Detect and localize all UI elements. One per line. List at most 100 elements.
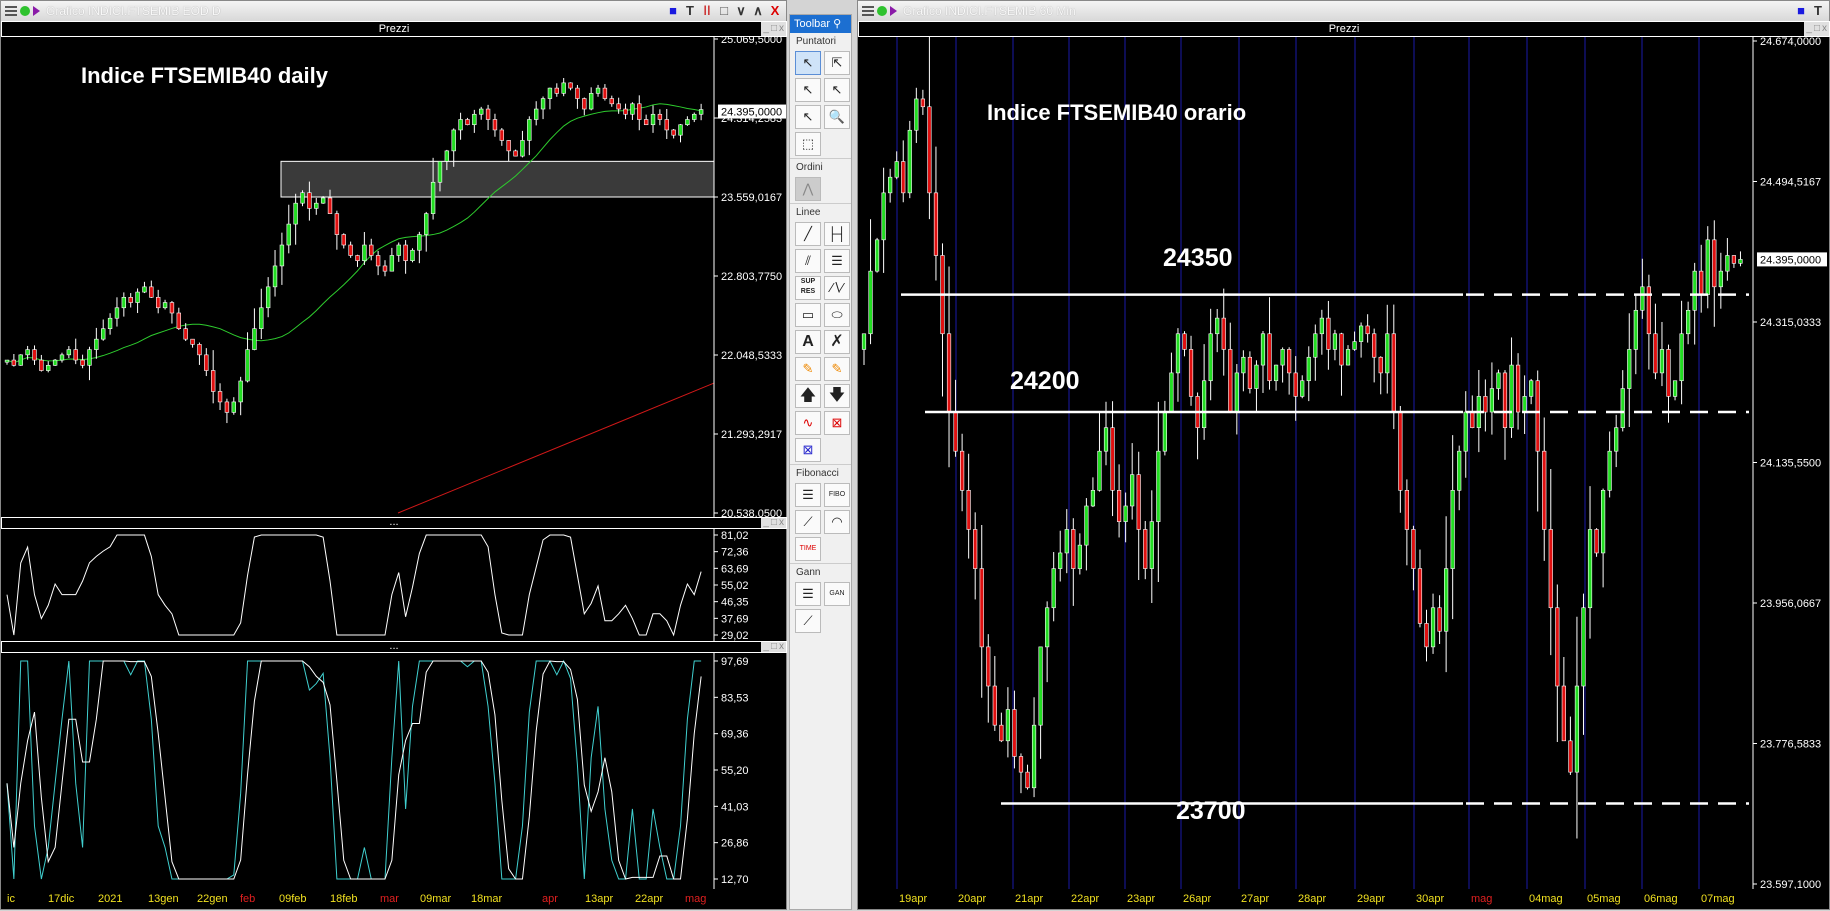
fibo-fan-tool-icon[interactable]: ⟋ [795, 510, 821, 534]
arrow-up-tool-icon[interactable]: 🡅 [795, 384, 821, 408]
close-icon[interactable]: X [768, 3, 782, 19]
trendline-tool-icon[interactable]: ╱ [795, 222, 821, 246]
candle-up [1031, 724, 1037, 789]
select-area-tool-icon[interactable]: ⬚ [795, 132, 821, 156]
channel-tool-icon[interactable]: ⫽ [795, 249, 821, 273]
menu-icon[interactable] [862, 6, 874, 16]
bars-icon[interactable]: ǀǀ [700, 3, 714, 19]
date-label: 22apr [635, 893, 664, 905]
candle-down [499, 129, 505, 141]
pane-title: Prezzi [1328, 23, 1360, 35]
window-titlebar[interactable]: Grafico INDICI.FTSEMIB EOD D ■ T ǀǀ □ ∨ ∧ X [1, 1, 786, 21]
pointer-info-tool-icon[interactable]: ⇱ [824, 51, 850, 75]
gann-tool-icon[interactable]: GAN [824, 582, 850, 606]
pin-icon[interactable]: ⚲ [833, 18, 841, 30]
daily-chart-window[interactable]: Grafico INDICI.FTSEMIB EOD D ■ T ǀǀ □ ∨ ∧ X Pr… [0, 0, 787, 910]
candle-up [1574, 685, 1580, 773]
minimize-pane-button[interactable]: _ [1806, 22, 1812, 36]
maximize-pane-button[interactable]: □ [771, 22, 777, 36]
maximize-pane-button[interactable]: □ [1814, 22, 1820, 36]
fibo-lines-tool-icon[interactable]: ☰ [795, 483, 821, 507]
maximize-pane-button[interactable]: □ [771, 642, 777, 652]
text-tool-icon[interactable]: T [1811, 3, 1825, 18]
date-label: ic [7, 893, 15, 905]
candle-up [1457, 450, 1462, 491]
fibo-tool-icon[interactable]: FIBO [824, 483, 850, 507]
support-resistance-tool-icon[interactable]: SUP RES [795, 276, 821, 300]
pointer-horizontal-tool-icon[interactable]: ↖ [795, 78, 821, 102]
menu-icon[interactable] [5, 6, 17, 16]
window-titlebar[interactable]: Grafico INDICI.FTSEMIB 60 Min ■ T [858, 1, 1829, 21]
parallel-lines-tool-icon[interactable]: ☰ [824, 249, 850, 273]
hourly-price-chart[interactable]: 24.674,0000 24.494,5167 24.315,0333 24.135,… [858, 37, 1829, 889]
price-axis-label: 23.776,5833 [1760, 739, 1821, 751]
candle-up [314, 202, 319, 209]
close-pane-button[interactable]: x [779, 642, 784, 652]
color-icon[interactable]: ■ [1794, 3, 1808, 18]
candle-down [1228, 349, 1233, 413]
restore-icon[interactable]: □ [717, 3, 731, 19]
arrow-down-tool-icon[interactable]: 🡇 [824, 384, 850, 408]
candle-up [1300, 380, 1305, 397]
gann-fan-tool-icon[interactable]: ⟋ [795, 609, 821, 633]
close-pane-button[interactable]: x [779, 518, 784, 528]
delete-line-tool-icon[interactable]: ✗ [824, 330, 850, 354]
candle-down [1699, 270, 1704, 295]
candle-down [334, 213, 340, 235]
eraser-all-tool-icon[interactable]: ✎ [824, 357, 850, 381]
chevron-up-icon[interactable]: ∧ [751, 3, 765, 19]
color-icon[interactable]: ■ [666, 3, 680, 19]
chevron-down-icon[interactable]: ∨ [734, 3, 748, 19]
stochastic-chart[interactable]: 97,69 83,53 69,36 55,20 41,03 26,86 12,70 [1, 653, 786, 889]
ellipse-tool-icon[interactable]: ⬭ [824, 303, 850, 327]
candle-up [1705, 239, 1710, 295]
candle-up [1430, 607, 1436, 648]
minimize-pane-button[interactable]: _ [763, 642, 769, 652]
candle-up [101, 328, 106, 340]
play-icon[interactable] [33, 6, 40, 16]
maximize-pane-button[interactable]: □ [771, 518, 777, 528]
close-pane-button[interactable]: x [1822, 22, 1827, 36]
gann-lines-tool-icon[interactable]: ☰ [795, 582, 821, 606]
pointer-cross-tool-icon[interactable]: ↖ [795, 105, 821, 129]
candle-up [458, 119, 463, 131]
candle-down [80, 359, 85, 366]
text-tool-icon[interactable]: A [795, 330, 821, 354]
eraser-tool-icon[interactable]: ✎ [795, 357, 821, 381]
candle-up [1640, 286, 1645, 311]
fibo-arc-tool-icon[interactable]: ◠ [824, 510, 850, 534]
price-axis-label: 20.538,0500 [721, 508, 782, 517]
zoom-tool-icon[interactable]: 🔍 [824, 105, 850, 129]
polyline-tool-icon[interactable]: ∕∖∕ [824, 276, 850, 300]
candle-down [623, 108, 628, 115]
signal-tool-icon[interactable]: ∿ [795, 411, 821, 435]
fibo-time-tool-icon[interactable]: TIME [795, 537, 821, 561]
candle-up [1529, 380, 1534, 397]
pointer-tool-icon[interactable]: ↖ [795, 51, 821, 75]
play-icon[interactable] [890, 6, 897, 16]
toolbar-header[interactable]: Toolbar ⚲ [790, 15, 851, 33]
candle-down [664, 119, 669, 131]
candle-down [169, 302, 175, 314]
candle-up [1692, 270, 1697, 311]
segment-tool-icon[interactable]: ├┤ [824, 222, 850, 246]
candle-up [561, 82, 566, 94]
date-label: 09feb [279, 893, 307, 905]
text-tool-icon[interactable]: T [683, 3, 697, 19]
delete-signals-tool-icon[interactable]: ⊠ [824, 411, 850, 435]
hourly-chart-window[interactable]: Grafico INDICI.FTSEMIB 60 Min ■ T Prezzi _… [857, 0, 1830, 910]
candle-up [272, 265, 278, 288]
delete-all-tool-icon[interactable]: ⊠ [795, 438, 821, 462]
minimize-pane-button[interactable]: _ [763, 22, 769, 36]
close-pane-button[interactable]: x [779, 22, 784, 36]
candle-up [444, 150, 450, 162]
price-axis-label: 24.135,5500 [1760, 458, 1821, 470]
candle-up [362, 244, 367, 262]
rsi-chart[interactable]: 81,02 72,36 63,69 55,02 46,35 37,69 29,02 [1, 529, 786, 641]
candle-up [1444, 568, 1449, 632]
minimize-pane-button[interactable]: _ [763, 518, 769, 528]
pointer-vertical-tool-icon[interactable]: ↖ [824, 78, 850, 102]
rectangle-tool-icon[interactable]: ▭ [795, 303, 821, 327]
candle-down [609, 98, 614, 105]
daily-price-chart[interactable]: 25.069,500024.314,258323.559,016722.803,… [1, 37, 786, 517]
